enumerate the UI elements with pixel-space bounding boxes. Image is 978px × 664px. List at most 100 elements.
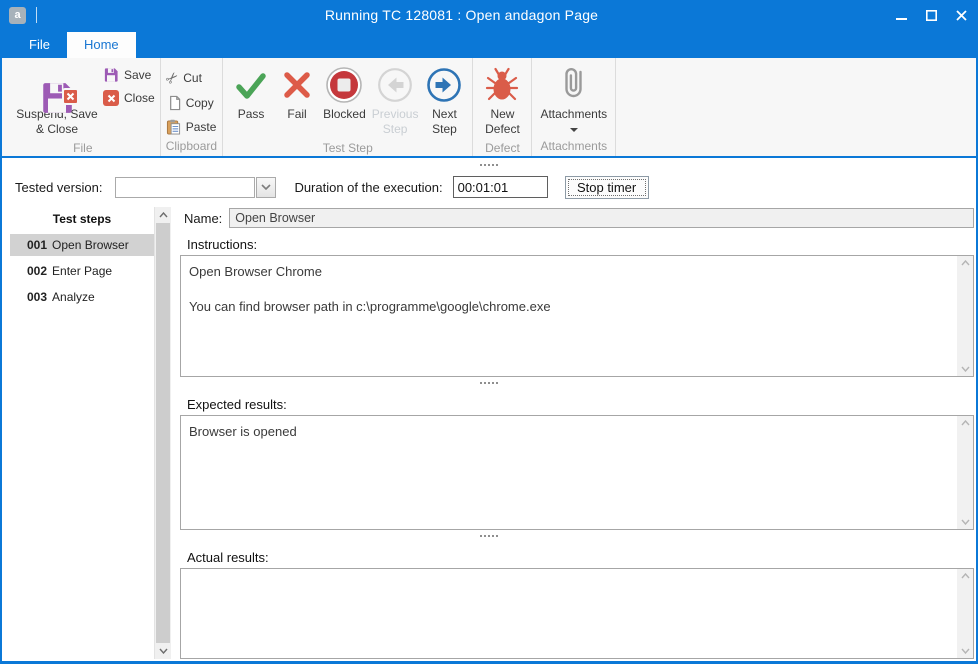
step-title: Enter Page <box>52 264 112 278</box>
expected-results-textbox[interactable]: Browser is opened <box>180 415 974 530</box>
save-label: Save <box>124 68 151 82</box>
step-item-001[interactable]: 001 Open Browser <box>10 234 154 256</box>
blocked-button[interactable]: Blocked <box>320 61 369 124</box>
splitter-dots-icon <box>480 164 498 166</box>
pass-button[interactable]: Pass <box>228 61 274 124</box>
actual-results-scrollbar[interactable] <box>957 569 973 658</box>
scroll-up-icon[interactable] <box>961 573 970 579</box>
close-icon <box>956 10 967 21</box>
fail-x-icon <box>279 67 315 103</box>
window-controls <box>886 0 976 30</box>
splitter-dots-icon <box>480 535 498 537</box>
new-defect-label: New Defect <box>485 107 520 137</box>
scroll-up-icon[interactable] <box>961 420 970 426</box>
maximize-icon <box>926 10 937 21</box>
instructions-splitter[interactable] <box>180 377 974 389</box>
expected-splitter[interactable] <box>180 530 974 542</box>
duration-field[interactable]: 00:01:01 <box>453 176 548 198</box>
tab-file[interactable]: File <box>12 32 67 58</box>
splitter-dots-icon <box>480 382 498 384</box>
copy-page-icon <box>166 95 181 111</box>
app-window: a Running TC 128081 : Open andagon Page … <box>0 0 978 664</box>
ribbon-tabs: File Home <box>2 30 976 58</box>
duration-label: Duration of the execution: <box>294 180 442 195</box>
content-area: Tested version: Duration of the executio… <box>2 158 976 661</box>
actual-results-textbox[interactable] <box>180 568 974 659</box>
close-button[interactable] <box>946 0 976 30</box>
next-step-label: Next Step <box>432 107 457 137</box>
minimize-icon <box>896 10 907 21</box>
attachments-button[interactable]: Attachments <box>537 61 610 134</box>
next-step-button[interactable]: Next Step <box>421 61 467 139</box>
step-number: 003 <box>27 290 47 304</box>
window-title: Running TC 128081 : Open andagon Page <box>37 7 886 23</box>
steps-scrollbar[interactable] <box>154 207 171 659</box>
expected-results-scrollbar[interactable] <box>957 416 973 529</box>
step-item-003[interactable]: 003 Analyze <box>10 286 154 308</box>
ribbon: Suspend, Save & Close Save <box>2 58 976 158</box>
cut-button[interactable]: ✂ Cut <box>166 69 217 87</box>
app-icon[interactable]: a <box>9 7 26 24</box>
previous-step-button[interactable]: Previous Step <box>369 61 422 139</box>
scroll-down-icon[interactable] <box>961 519 970 525</box>
name-label: Name: <box>184 211 222 226</box>
new-defect-bug-icon <box>485 67 519 103</box>
tab-home[interactable]: Home <box>67 32 136 58</box>
save-button[interactable]: Save <box>103 67 155 83</box>
group-label-defect: Defect <box>478 139 526 158</box>
step-number: 001 <box>27 238 47 252</box>
paste-label: Paste <box>186 120 217 134</box>
group-label-file: File <box>11 139 155 158</box>
top-splitter[interactable] <box>2 158 976 172</box>
scroll-up-icon[interactable] <box>961 260 970 266</box>
actual-results-text[interactable] <box>181 569 957 658</box>
instructions-textbox[interactable]: Open Browser Chrome You can find browser… <box>180 255 974 377</box>
step-title: Open Browser <box>52 238 129 252</box>
ribbon-group-test-step: Pass Fail <box>223 58 473 156</box>
expected-results-text[interactable]: Browser is opened <box>181 416 957 529</box>
new-defect-button[interactable]: New Defect <box>478 61 526 139</box>
cut-label: Cut <box>183 71 202 85</box>
fail-button[interactable]: Fail <box>274 61 320 124</box>
scroll-down-icon[interactable] <box>961 366 970 372</box>
expected-results-label: Expected results: <box>187 397 974 412</box>
name-field[interactable]: Open Browser <box>229 208 974 228</box>
group-label-test-step: Test Step <box>228 139 467 158</box>
scroll-down-icon[interactable] <box>155 643 171 659</box>
stop-timer-button[interactable]: Stop timer <box>565 176 649 199</box>
tested-version-label: Tested version: <box>15 180 102 195</box>
step-detail-form: Name: Open Browser Instructions: Open Br… <box>180 207 974 659</box>
test-steps-header: Test steps <box>10 207 154 234</box>
pass-check-icon <box>233 67 269 103</box>
attachments-dropdown-icon <box>570 128 578 132</box>
pass-label: Pass <box>238 107 265 122</box>
copy-button[interactable]: Copy <box>166 95 217 111</box>
ribbon-group-attachments: Attachments Attachments <box>532 58 616 156</box>
fail-label: Fail <box>287 107 306 122</box>
combo-dropdown-button[interactable] <box>256 177 276 198</box>
blocked-stop-icon <box>325 66 363 104</box>
instructions-scrollbar[interactable] <box>957 256 973 376</box>
scroll-up-icon[interactable] <box>155 207 171 223</box>
tested-version-value[interactable] <box>115 177 255 198</box>
paste-button[interactable]: Paste <box>166 119 217 135</box>
minimize-button[interactable] <box>886 0 916 30</box>
ribbon-group-clipboard: ✂ Cut Copy <box>161 58 223 156</box>
suspend-save-close-icon <box>37 65 77 105</box>
save-icon <box>103 67 119 83</box>
instructions-text[interactable]: Open Browser Chrome You can find browser… <box>181 256 957 376</box>
blocked-label: Blocked <box>323 107 366 122</box>
scrollbar-track[interactable] <box>155 223 171 643</box>
step-item-002[interactable]: 002 Enter Page <box>10 260 154 282</box>
attachments-paperclip-icon <box>559 66 589 104</box>
suspend-save-close-button[interactable]: Suspend, Save & Close <box>11 61 103 139</box>
step-number: 002 <box>27 264 47 278</box>
scroll-down-icon[interactable] <box>961 648 970 654</box>
step-title: Analyze <box>52 290 95 304</box>
close-button-ribbon[interactable]: Close <box>103 90 155 106</box>
actual-results-label: Actual results: <box>187 550 974 565</box>
scrollbar-thumb[interactable] <box>156 223 170 643</box>
previous-step-icon <box>377 67 413 103</box>
tested-version-combobox[interactable] <box>115 177 276 198</box>
maximize-button[interactable] <box>916 0 946 30</box>
